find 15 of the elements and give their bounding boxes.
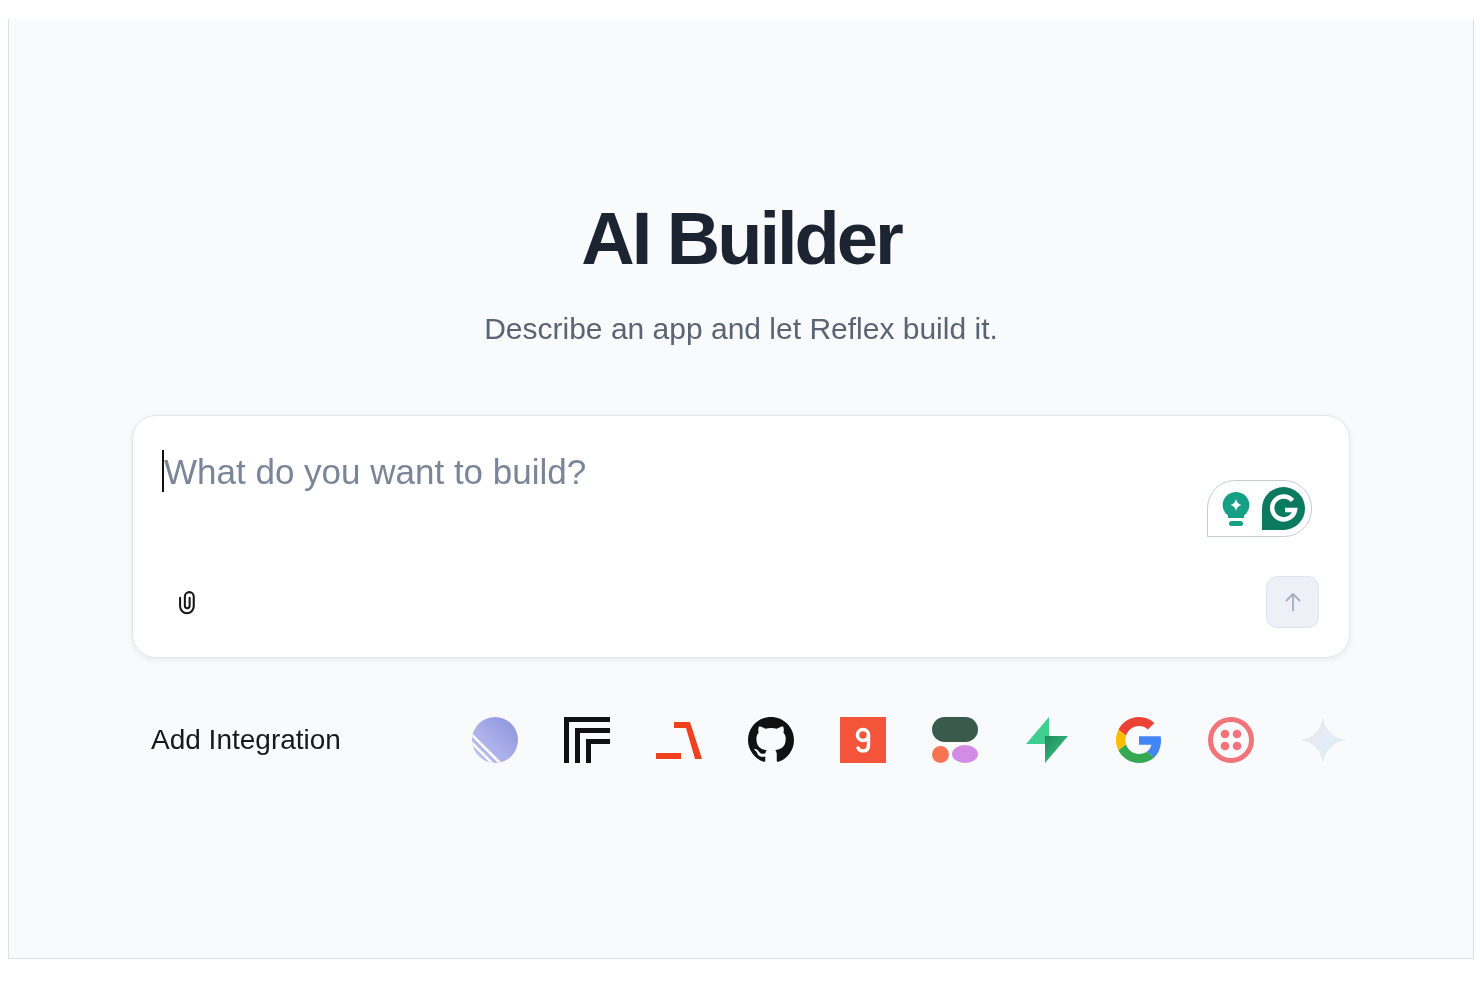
hook-tile-icon[interactable] bbox=[840, 717, 886, 763]
prompt-card[interactable]: What do you want to build? bbox=[132, 415, 1350, 658]
lightning-bolt-icon[interactable] bbox=[1024, 717, 1070, 763]
page-subtitle: Describe an app and let Reflex build it. bbox=[484, 311, 998, 347]
four-dot-ring-icon[interactable] bbox=[1208, 717, 1254, 763]
add-integration-label: Add Integration bbox=[151, 723, 341, 757]
assistant-badge[interactable] bbox=[1207, 480, 1312, 537]
multicolor-g-icon[interactable] bbox=[1116, 717, 1162, 763]
lightbulb-icon bbox=[1221, 491, 1251, 526]
blob-shapes-icon[interactable] bbox=[932, 717, 978, 763]
page-title: AI Builder bbox=[581, 202, 901, 276]
g-logo-icon bbox=[1262, 487, 1305, 530]
striped-circle-icon[interactable] bbox=[472, 717, 518, 763]
prompt-field[interactable]: What do you want to build? bbox=[162, 450, 1150, 576]
nested-corners-icon[interactable] bbox=[564, 717, 610, 763]
